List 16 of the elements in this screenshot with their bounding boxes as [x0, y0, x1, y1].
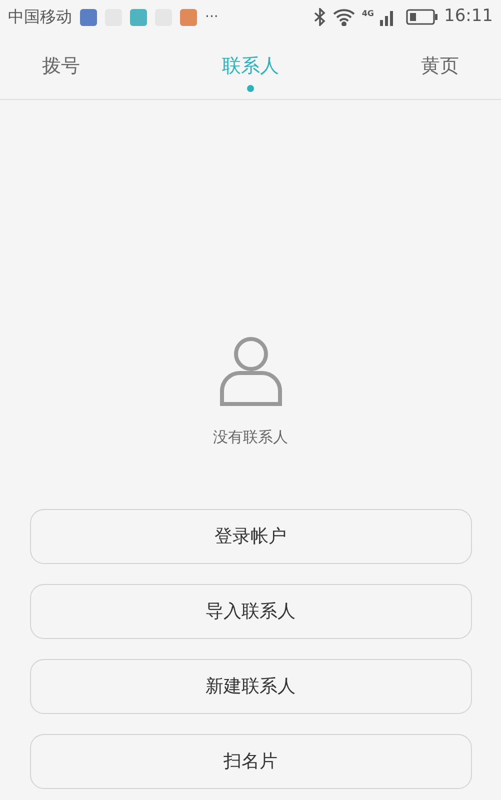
carrier-name: 中国移动	[8, 6, 72, 28]
more-notifications: ···	[205, 8, 218, 26]
action-button[interactable]: 新建联系人	[30, 658, 472, 714]
bluetooth-icon	[314, 8, 326, 26]
tab[interactable]: 黄页	[421, 52, 459, 80]
action-button[interactable]: 登录帐户	[30, 508, 472, 564]
signal-icon	[380, 8, 394, 26]
wifi-icon	[332, 8, 356, 26]
empty-message: 没有联系人	[213, 427, 288, 448]
action-button[interactable]: 导入联系人	[30, 584, 472, 638]
tab[interactable]: 拨号	[42, 52, 80, 80]
network-type: 4G	[362, 8, 374, 20]
person-icon	[218, 336, 282, 406]
clock-time: 16:11	[444, 5, 493, 28]
battery-icon	[406, 9, 438, 25]
action-button[interactable]: 扫名片	[30, 734, 472, 788]
